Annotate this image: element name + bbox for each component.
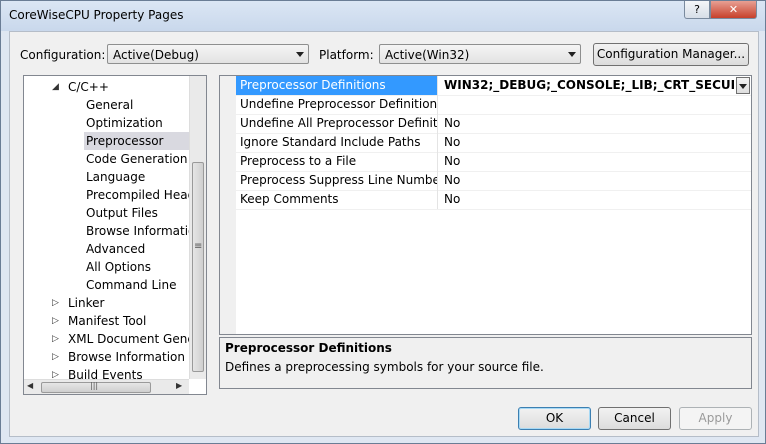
tree-item[interactable]: Preprocessor xyxy=(84,132,189,150)
tree-item-label: Optimization xyxy=(86,116,163,130)
property-value[interactable]: No xyxy=(439,152,744,171)
property-name[interactable]: Undefine Preprocessor Definitions xyxy=(236,95,438,114)
window-title: CoreWiseCPU Property Pages xyxy=(9,8,184,22)
value-dropdown-button[interactable] xyxy=(736,77,750,94)
tree-item-label: Output Files xyxy=(86,206,158,220)
tree-item-label: Command Line xyxy=(86,278,177,292)
tree-item-label: General xyxy=(86,98,134,112)
tree-item-label: XML Document Genera xyxy=(68,332,207,346)
platform-label: Platform: xyxy=(319,48,374,62)
tree-scroll-thumb[interactable]: ≡ xyxy=(192,162,204,372)
scroll-right-icon[interactable]: ▶ xyxy=(176,381,182,390)
property-pages-window: CoreWiseCPU Property Pages ? ✕ Configura… xyxy=(0,0,766,444)
tree-item-label: Code Generation xyxy=(86,152,188,166)
tree-item-label: Advanced xyxy=(86,242,146,256)
tree-item-label: C/C++ xyxy=(68,80,109,94)
property-row[interactable]: Undefine Preprocessor Definitions xyxy=(220,95,751,115)
title-bar[interactable]: CoreWiseCPU Property Pages ? ✕ xyxy=(1,1,765,31)
property-value[interactable] xyxy=(439,95,744,114)
configuration-dropdown[interactable]: Active(Debug) xyxy=(107,44,309,64)
property-name[interactable]: Ignore Standard Include Paths xyxy=(236,133,438,152)
tree-item[interactable]: Optimization xyxy=(84,114,189,132)
tree-item[interactable]: General xyxy=(84,96,189,114)
tree-item[interactable]: Language xyxy=(84,168,189,186)
tree-horizontal-scrollbar[interactable]: ◀ ||| ▶ xyxy=(24,379,189,394)
tree-item-label: Manifest Tool xyxy=(68,314,147,328)
property-value[interactable]: WIN32;_DEBUG;_CONSOLE;_LIB;_CRT_SECURE_N… xyxy=(439,76,734,95)
configuration-value: Active(Debug) xyxy=(113,48,199,62)
property-row[interactable]: Ignore Standard Include Paths No xyxy=(220,133,751,153)
tree-item[interactable]: Code Generation xyxy=(84,150,189,168)
property-row[interactable]: Preprocessor Definitions WIN32;_DEBUG;_CO… xyxy=(220,76,751,96)
tree-item-label: Browse Information xyxy=(86,224,203,238)
property-grid: Preprocessor Definitions WIN32;_DEBUG;_CO… xyxy=(219,75,752,335)
chevron-down-icon xyxy=(568,52,576,57)
tree-item[interactable]: Precompiled Heade xyxy=(84,186,203,204)
expand-arrow-icon[interactable]: ▷ xyxy=(52,348,59,366)
tree-item[interactable]: Command Line xyxy=(84,276,189,294)
tree-item-label: Language xyxy=(86,170,146,184)
property-value[interactable]: No xyxy=(439,171,744,190)
platform-dropdown[interactable]: Active(Win32) xyxy=(379,44,581,64)
close-icon: ✕ xyxy=(728,3,739,16)
property-value[interactable]: No xyxy=(439,190,744,209)
chevron-down-icon xyxy=(296,52,304,57)
property-value[interactable]: No xyxy=(439,133,744,152)
help-button[interactable]: ? xyxy=(684,1,710,19)
tree-item-label: Precompiled Heade xyxy=(86,188,203,202)
expand-arrow-icon[interactable]: ▷ xyxy=(52,312,59,330)
description-title: Preprocessor Definitions xyxy=(225,341,392,355)
scroll-left-icon[interactable]: ◀ xyxy=(27,381,33,390)
property-name[interactable]: Preprocessor Definitions xyxy=(236,76,438,95)
tree-item[interactable]: ▷ Browse Information xyxy=(52,348,189,366)
category-tree[interactable]: ◢ C/C++ General Optimization Preprocessor Cod… xyxy=(23,75,207,395)
description-panel: Preprocessor Definitions Defines a prepr… xyxy=(219,337,752,389)
description-text: Defines a preprocessing symbols for your… xyxy=(225,360,544,374)
tree-vertical-scrollbar[interactable]: ≡ xyxy=(189,76,206,379)
collapse-arrow-icon[interactable]: ◢ xyxy=(52,78,59,96)
tree-item[interactable]: All Options xyxy=(84,258,189,276)
property-row[interactable]: Preprocess Suppress Line Numbers No xyxy=(220,171,751,191)
tree-item-label: Browse Information xyxy=(68,350,185,364)
grip-icon: ≡ xyxy=(194,241,203,252)
grip-icon: ||| xyxy=(90,381,99,390)
tree-hscroll-thumb[interactable]: ||| xyxy=(41,381,151,393)
dialog-body: Configuration: Active(Debug) Platform: A… xyxy=(9,31,759,437)
chevron-down-icon xyxy=(739,84,747,89)
property-name[interactable]: Preprocess to a File xyxy=(236,152,438,171)
ok-button[interactable]: OK xyxy=(518,407,591,430)
tree-item[interactable]: Output Files xyxy=(84,204,189,222)
close-button[interactable]: ✕ xyxy=(710,1,757,19)
property-row[interactable]: Undefine All Preprocessor DefinitionsNo xyxy=(220,114,751,134)
property-name[interactable]: Keep Comments xyxy=(236,190,438,209)
tree-item[interactable]: ▷ XML Document Genera xyxy=(52,330,206,348)
cancel-button[interactable]: Cancel xyxy=(598,407,671,430)
tree-item[interactable]: ◢ C/C++ xyxy=(52,78,189,96)
property-value[interactable]: No xyxy=(439,114,744,133)
property-row[interactable]: Preprocess to a File No xyxy=(220,152,751,172)
expand-arrow-icon[interactable]: ▷ xyxy=(52,330,59,348)
tree-item-label: Linker xyxy=(68,296,105,310)
tree-item[interactable]: ▷ Manifest Tool xyxy=(52,312,189,330)
expand-arrow-icon[interactable]: ▷ xyxy=(52,294,59,312)
property-name[interactable]: Preprocess Suppress Line Numbers xyxy=(236,171,438,190)
tree-item-label: Preprocessor xyxy=(86,134,164,148)
configuration-manager-button[interactable]: Configuration Manager... xyxy=(593,43,749,66)
property-row[interactable]: Keep Comments No xyxy=(220,190,751,210)
apply-button[interactable]: Apply xyxy=(679,407,752,430)
tree-item-label: All Options xyxy=(86,260,151,274)
tree-item[interactable]: Advanced xyxy=(84,240,189,258)
property-name[interactable]: Undefine All Preprocessor Definitions xyxy=(236,114,438,133)
configuration-label: Configuration: xyxy=(20,48,106,62)
help-icon: ? xyxy=(694,3,700,16)
tree-item[interactable]: ▷ Linker xyxy=(52,294,189,312)
tree-item[interactable]: Browse Information xyxy=(84,222,203,240)
platform-value: Active(Win32) xyxy=(385,48,470,62)
